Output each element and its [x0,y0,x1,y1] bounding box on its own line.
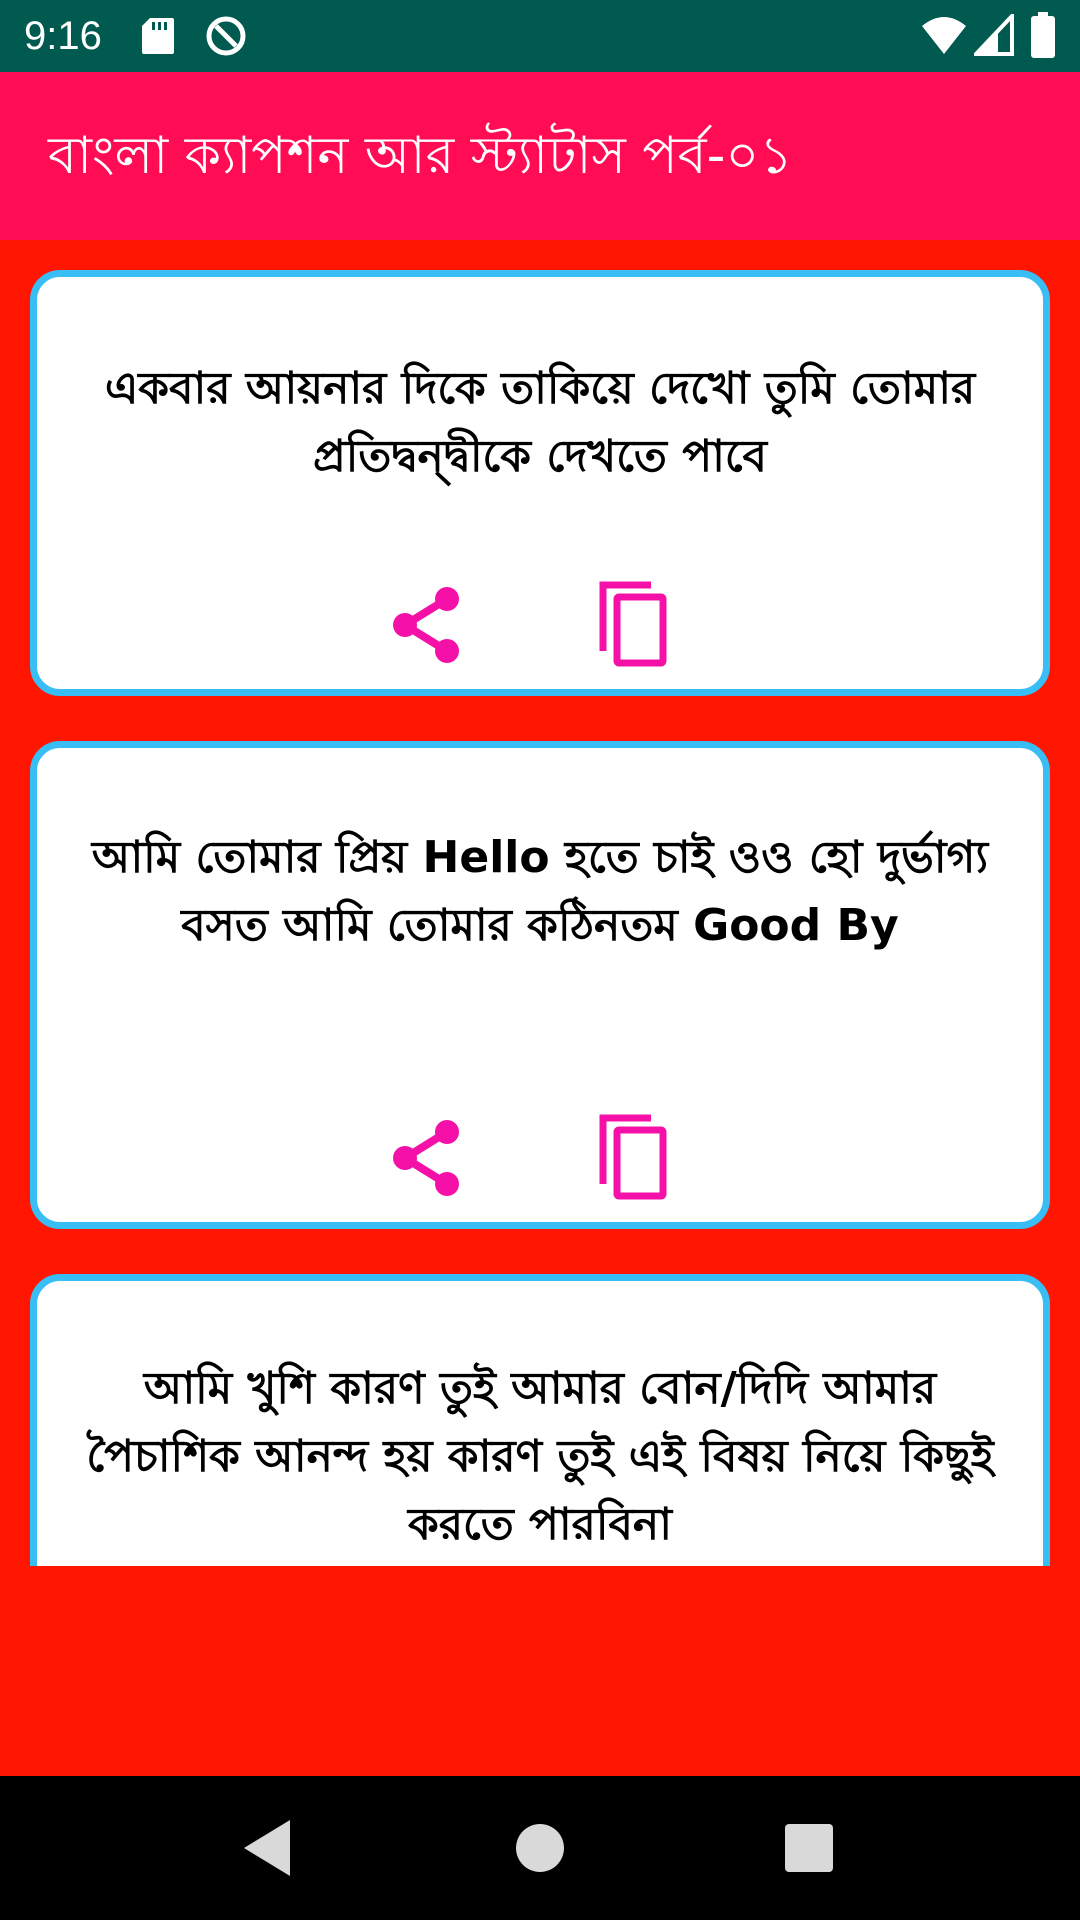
caption-text: আমি খুশি কারণ তুই আমার বোন/দিদি আমার পৈচ… [86,1363,994,1550]
share-button[interactable] [379,577,475,673]
copy-button[interactable] [587,1110,683,1206]
navigation-bar [0,1776,1080,1920]
app-bar: বাংলা ক্যাপশন আর স্ট্যাটাস পর্ব-০১ [0,72,1080,240]
caption-card: একবার আয়নার দিকে তাকিয়ে দেখো তুমি তোমা… [30,270,1050,696]
sd-card-icon [140,16,176,60]
back-icon [244,1820,290,1876]
home-button[interactable] [496,1804,584,1892]
share-button[interactable] [379,1110,475,1206]
card-actions [37,577,1043,673]
data-saver-icon [204,14,248,62]
status-bar: 9:16 [0,0,1080,72]
wifi-icon [920,14,968,60]
recents-icon [785,1824,833,1872]
copy-icon [599,1114,667,1200]
back-button[interactable] [222,1804,310,1892]
page-title: বাংলা ক্যাপশন আর স্ট্যাটাস পর্ব-০১ [48,126,793,186]
status-time: 9:16 [24,14,102,58]
caption-text: একবার আয়নার দিকে তাকিয়ে দেখো তুমি তোমা… [104,363,976,482]
home-icon [516,1824,564,1872]
recents-button[interactable] [765,1804,853,1892]
caption-card: আমি খুশি কারণ তুই আমার বোন/দিদি আমার পৈচ… [30,1274,1050,1566]
caption-list[interactable]: একবার আয়নার দিকে তাকিয়ে দেখো তুমি তোমা… [0,240,1080,1566]
caption-text: আমি তোমার প্রিয় Hello হতে চাই ওও হো দুর… [91,832,989,951]
signal-icon [971,10,1014,60]
copy-button[interactable] [587,577,683,673]
card-actions [37,1110,1043,1206]
caption-card: আমি তোমার প্রিয় Hello হতে চাই ওও হো দুর… [30,741,1050,1229]
battery-icon [1030,12,1056,62]
share-icon [393,1120,459,1196]
share-icon [393,587,459,663]
copy-icon [599,581,667,667]
